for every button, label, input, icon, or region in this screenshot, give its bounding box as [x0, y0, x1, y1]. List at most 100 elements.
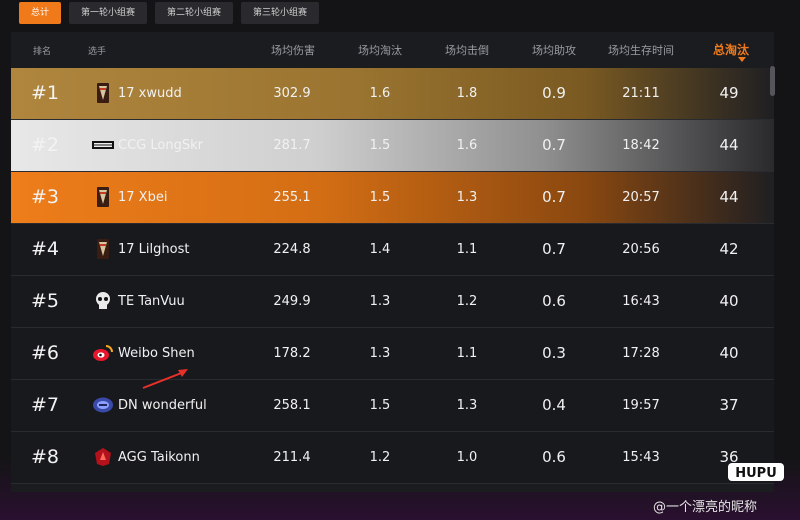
col-total-kills-header[interactable]: 总淘汰	[713, 41, 749, 58]
player-name-cell: 17 xwudd	[118, 86, 182, 101]
team-17-icon	[92, 82, 114, 104]
total-kills-cell: 40	[719, 344, 739, 362]
avg-damage-cell: 258.1	[273, 398, 311, 413]
stats-page: 总计 第一轮小组赛 第二轮小组赛 第三轮小组赛 排名 选手 场均伤害 场均淘汰 …	[0, 0, 800, 520]
avg-kills-cell: 1.4	[369, 242, 391, 257]
avg-assists-cell: 0.7	[542, 240, 566, 258]
avg-assists-cell: 0.6	[542, 448, 566, 466]
avg-assists-cell: 0.7	[542, 136, 566, 154]
table-row[interactable]: #4 17 Lilghost 224.8 1.4 1.1 0.7 20:56 42	[11, 224, 774, 276]
rank-cell: #5	[31, 290, 60, 312]
table-row[interactable]: #2 CCG LongSkr 281.7 1.5 1.6 0.7 18:42 44	[11, 120, 774, 172]
avg-damage-cell: 224.8	[273, 242, 311, 257]
scrollbar-thumb[interactable]	[770, 66, 775, 96]
svg-text:HUPU: HUPU	[735, 466, 777, 481]
col-player-header: 选手	[88, 47, 107, 57]
rank-cell: #7	[31, 394, 60, 416]
annotation-arrow-icon	[142, 369, 188, 389]
tab-round-1[interactable]: 第一轮小组赛	[69, 2, 148, 24]
col-avg-assists-header[interactable]: 场均助攻	[532, 42, 576, 58]
avg-damage-cell: 249.9	[273, 294, 311, 309]
total-kills-cell: 49	[719, 84, 739, 102]
total-kills-cell: 40	[719, 292, 739, 310]
player-name-cell: CCG LongSkr	[118, 138, 203, 153]
sort-desc-icon	[738, 57, 746, 62]
team-dn-icon	[92, 394, 114, 416]
avg-survival-cell: 19:57	[622, 398, 660, 413]
total-kills-cell: 44	[719, 188, 739, 206]
table-row[interactable]: #8 AGG Taikonn 211.4 1.2 1.0 0.6 15:43 36	[11, 432, 774, 484]
hupu-logo-icon: HUPU	[728, 463, 784, 481]
avg-kills-cell: 1.3	[369, 346, 391, 361]
col-avg-knocks-header[interactable]: 场均击倒	[445, 42, 489, 58]
rank-cell: #2	[31, 134, 60, 156]
rank-cell: #3	[31, 186, 60, 208]
avg-kills-cell: 1.2	[369, 450, 391, 465]
avg-survival-cell: 17:28	[622, 346, 660, 361]
table-row[interactable]: #6 Weibo Shen 178.2 1.3 1.1 0.3 17:28 40	[11, 328, 774, 380]
avg-kills-cell: 1.5	[369, 398, 391, 413]
team-17-icon	[92, 238, 114, 260]
team-17-icon	[92, 186, 114, 208]
avg-knocks-cell: 1.6	[456, 138, 478, 153]
team-te-skull-icon	[92, 290, 114, 312]
avg-knocks-cell: 1.8	[456, 86, 478, 101]
col-avg-damage-header[interactable]: 场均伤害	[271, 42, 315, 58]
table-body: #1 17 xwudd 302.9 1.6 1.8 0.9 21:11 49 #2 CCG Lon…	[11, 68, 774, 484]
avg-kills-cell: 1.5	[369, 138, 391, 153]
col-avg-survival-header[interactable]: 场均生存时间	[608, 42, 674, 58]
player-name-cell: 17 Lilghost	[118, 242, 190, 257]
avg-damage-cell: 281.7	[273, 138, 311, 153]
avg-damage-cell: 302.9	[273, 86, 311, 101]
avg-knocks-cell: 1.3	[456, 190, 478, 205]
tab-total[interactable]: 总计	[19, 2, 62, 24]
avg-assists-cell: 0.7	[542, 188, 566, 206]
avg-knocks-cell: 1.1	[456, 346, 478, 361]
avg-survival-cell: 21:11	[622, 86, 660, 101]
avg-survival-cell: 15:43	[622, 450, 660, 465]
total-kills-cell: 42	[719, 240, 739, 258]
avg-survival-cell: 20:57	[622, 190, 660, 205]
table-row[interactable]: #5 TE TanVuu 249.9 1.3 1.2 0.6 16:43 40	[11, 276, 774, 328]
avg-damage-cell: 211.4	[273, 450, 311, 465]
avg-assists-cell: 0.4	[542, 396, 566, 414]
table-row[interactable]: #7 DN wonderful 258.1 1.5 1.3 0.4 19:57 37	[11, 380, 774, 432]
team-ccg-icon	[92, 134, 114, 156]
rank-cell: #1	[31, 82, 60, 104]
avg-knocks-cell: 1.2	[456, 294, 478, 309]
avg-knocks-cell: 1.1	[456, 242, 478, 257]
avg-knocks-cell: 1.3	[456, 398, 478, 413]
team-weibo-icon	[92, 342, 114, 364]
tab-round-3[interactable]: 第三轮小组赛	[241, 2, 320, 24]
team-agg-icon	[92, 446, 114, 468]
avg-damage-cell: 178.2	[273, 346, 311, 361]
avg-assists-cell: 0.6	[542, 292, 566, 310]
avg-survival-cell: 20:56	[622, 242, 660, 257]
leaderboard-table: 排名 选手 场均伤害 场均淘汰 场均击倒 场均助攻 场均生存时间 总淘汰 #1 1…	[11, 32, 774, 492]
tab-round-2[interactable]: 第二轮小组赛	[155, 2, 234, 24]
avg-survival-cell: 16:43	[622, 294, 660, 309]
player-name-cell: TE TanVuu	[118, 294, 185, 309]
rank-cell: #8	[31, 446, 60, 468]
table-row[interactable]: #3 17 Xbei 255.1 1.5 1.3 0.7 20:57 44	[11, 172, 774, 224]
avg-damage-cell: 255.1	[273, 190, 311, 205]
rank-cell: #4	[31, 238, 60, 260]
avg-kills-cell: 1.6	[369, 86, 391, 101]
avg-kills-cell: 1.3	[369, 294, 391, 309]
col-avg-kills-header[interactable]: 场均淘汰	[358, 42, 402, 58]
avg-knocks-cell: 1.0	[456, 450, 478, 465]
avg-kills-cell: 1.5	[369, 190, 391, 205]
total-kills-cell: 44	[719, 136, 739, 154]
table-row[interactable]: #1 17 xwudd 302.9 1.6 1.8 0.9 21:11 49	[11, 68, 774, 120]
total-kills-cell: 37	[719, 396, 739, 414]
player-name-cell: AGG Taikonn	[118, 450, 200, 465]
round-tabs: 总计 第一轮小组赛 第二轮小组赛 第三轮小组赛	[19, 2, 320, 24]
col-rank-header: 排名	[33, 47, 52, 57]
avg-assists-cell: 0.3	[542, 344, 566, 362]
avg-survival-cell: 18:42	[622, 138, 660, 153]
player-name-cell: 17 Xbei	[118, 190, 168, 205]
avg-assists-cell: 0.9	[542, 84, 566, 102]
table-header: 排名 选手 场均伤害 场均淘汰 场均击倒 场均助攻 场均生存时间 总淘汰	[11, 32, 774, 69]
watermark-credit: @一个漂亮的昵称	[653, 500, 758, 515]
rank-cell: #6	[31, 342, 60, 364]
